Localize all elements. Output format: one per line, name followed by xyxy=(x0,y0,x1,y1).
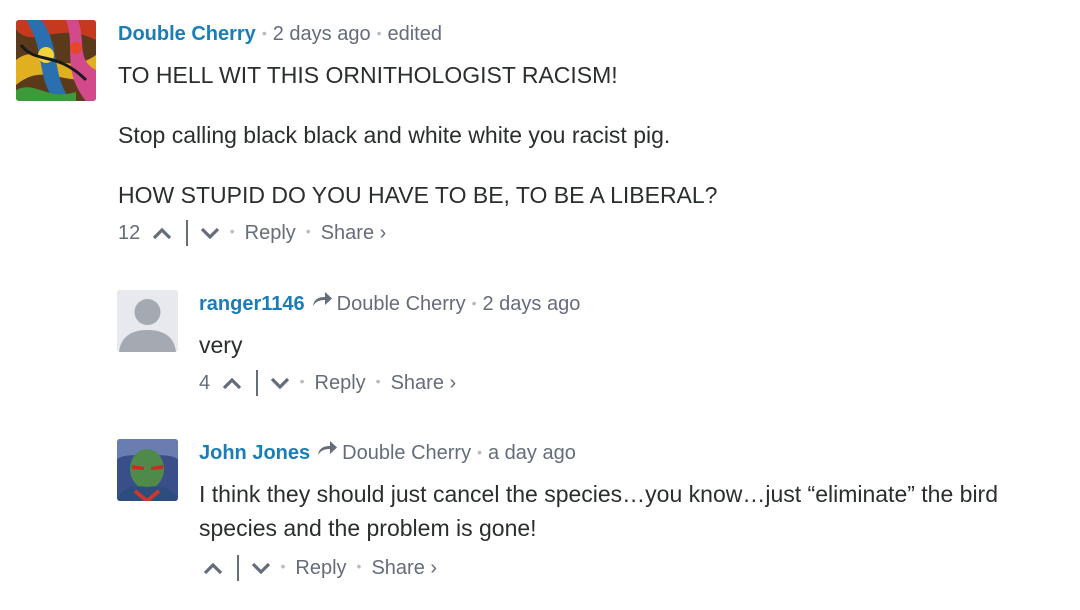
comment-paragraph: TO HELL WIT THIS ORNITHOLOGIST RACISM! xyxy=(118,62,618,88)
upvote-chevron-icon[interactable] xyxy=(222,372,242,395)
comment-body: very xyxy=(199,328,1039,362)
comment-john-jones: John Jones Double Cherry • a day ago I thin… xyxy=(0,430,1080,600)
timestamp[interactable]: 2 days ago xyxy=(273,23,371,45)
author-name[interactable]: Double Cherry xyxy=(118,23,256,45)
edited-label: edited xyxy=(387,23,442,45)
upvote-chevron-icon[interactable] xyxy=(152,222,172,245)
comment-paragraph: very xyxy=(199,332,243,358)
upvote-chevron-icon[interactable] xyxy=(203,557,223,580)
comment-header: ranger1146 Double Cherry • 2 days ago xyxy=(199,290,581,316)
comment-ranger1146: ranger1146 Double Cherry • 2 days ago very … xyxy=(0,280,1080,410)
downvote-chevron-icon[interactable] xyxy=(270,372,290,395)
comment-double-cherry: Double Cherry • 2 days ago • edited TO HELL … xyxy=(0,0,1080,260)
comment-footer: • Reply • Share › xyxy=(199,555,437,581)
vote-divider xyxy=(237,555,239,581)
share-button[interactable]: Share › xyxy=(391,372,457,395)
reply-button[interactable]: Reply xyxy=(315,372,366,395)
reply-button[interactable]: Reply xyxy=(245,222,296,245)
reply-arrow-icon xyxy=(311,290,333,313)
comment-header: Double Cherry • 2 days ago • edited xyxy=(118,23,442,45)
comment-footer: 12 • Reply • Share › xyxy=(118,220,386,246)
vote-divider xyxy=(186,220,188,246)
comment-body: I think they should just cancel the spec… xyxy=(199,477,1039,545)
comment-paragraph: HOW STUPID DO YOU HAVE TO BE, TO BE A LI… xyxy=(118,182,718,208)
comment-body: TO HELL WIT THIS ORNITHOLOGIST RACISM! S… xyxy=(118,58,1038,212)
vote-count: 12 xyxy=(118,221,141,244)
timestamp[interactable]: a day ago xyxy=(488,442,576,464)
share-button[interactable]: Share › xyxy=(371,557,437,580)
vote-count: 4 xyxy=(199,371,211,394)
share-button[interactable]: Share › xyxy=(321,222,387,245)
vote-divider xyxy=(256,370,258,396)
comment-paragraph: Stop calling black black and white white… xyxy=(118,122,671,148)
reply-to-name[interactable]: Double Cherry xyxy=(337,293,466,315)
timestamp[interactable]: 2 days ago xyxy=(483,293,581,315)
comment-paragraph: I think they should just cancel the spec… xyxy=(199,481,999,541)
reply-to-name[interactable]: Double Cherry xyxy=(342,442,471,464)
default-avatar-icon[interactable] xyxy=(117,290,178,352)
reply-arrow-icon xyxy=(316,439,338,462)
downvote-chevron-icon[interactable] xyxy=(251,557,271,580)
comment-header: John Jones Double Cherry • a day ago xyxy=(199,439,576,465)
avatar[interactable] xyxy=(117,439,178,501)
reply-button[interactable]: Reply xyxy=(295,557,346,580)
author-name[interactable]: John Jones xyxy=(199,442,310,464)
downvote-chevron-icon[interactable] xyxy=(200,222,220,245)
avatar[interactable] xyxy=(16,20,96,101)
comment-footer: 4 • Reply • Share › xyxy=(199,370,456,396)
author-name[interactable]: ranger1146 xyxy=(199,293,305,315)
